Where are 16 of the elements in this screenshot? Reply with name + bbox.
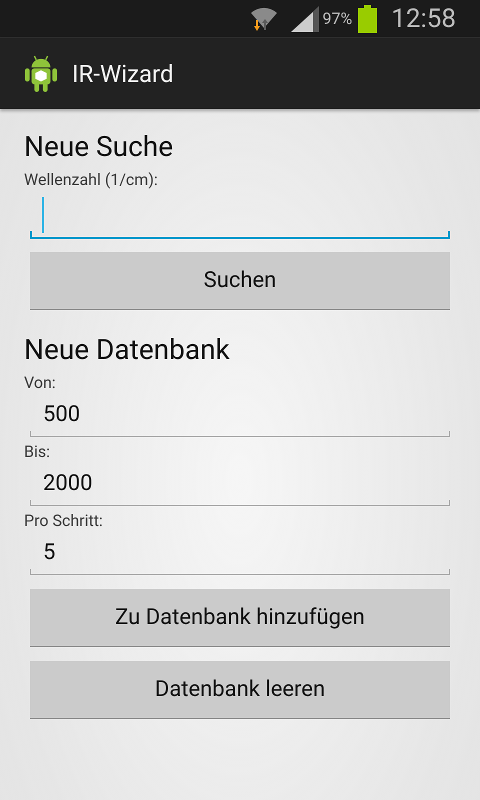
field-label: Pro Schritt:	[24, 510, 104, 532]
battery-percent: 97%	[322, 9, 352, 28]
action-button[interactable]: Datenbank leeren	[30, 661, 450, 719]
section-heading: Neue Datenbank	[24, 332, 231, 368]
android-robot-icon[interactable]	[24, 54, 58, 94]
section-heading: Neue Suche	[24, 129, 174, 165]
field-label: Bis:	[24, 441, 51, 463]
battery-icon	[358, 4, 378, 32]
signal-icon	[290, 6, 319, 32]
field-label: Von:	[24, 372, 57, 394]
app-title: IR-Wizard	[72, 60, 174, 88]
action-button[interactable]: Zu Datenbank hinzufügen	[30, 589, 450, 647]
text-cursor	[42, 197, 44, 233]
field-label: Wellenzahl (1/cm):	[24, 169, 159, 191]
clock-time: 12:58	[391, 4, 456, 34]
action-button[interactable]: Suchen	[30, 252, 450, 310]
